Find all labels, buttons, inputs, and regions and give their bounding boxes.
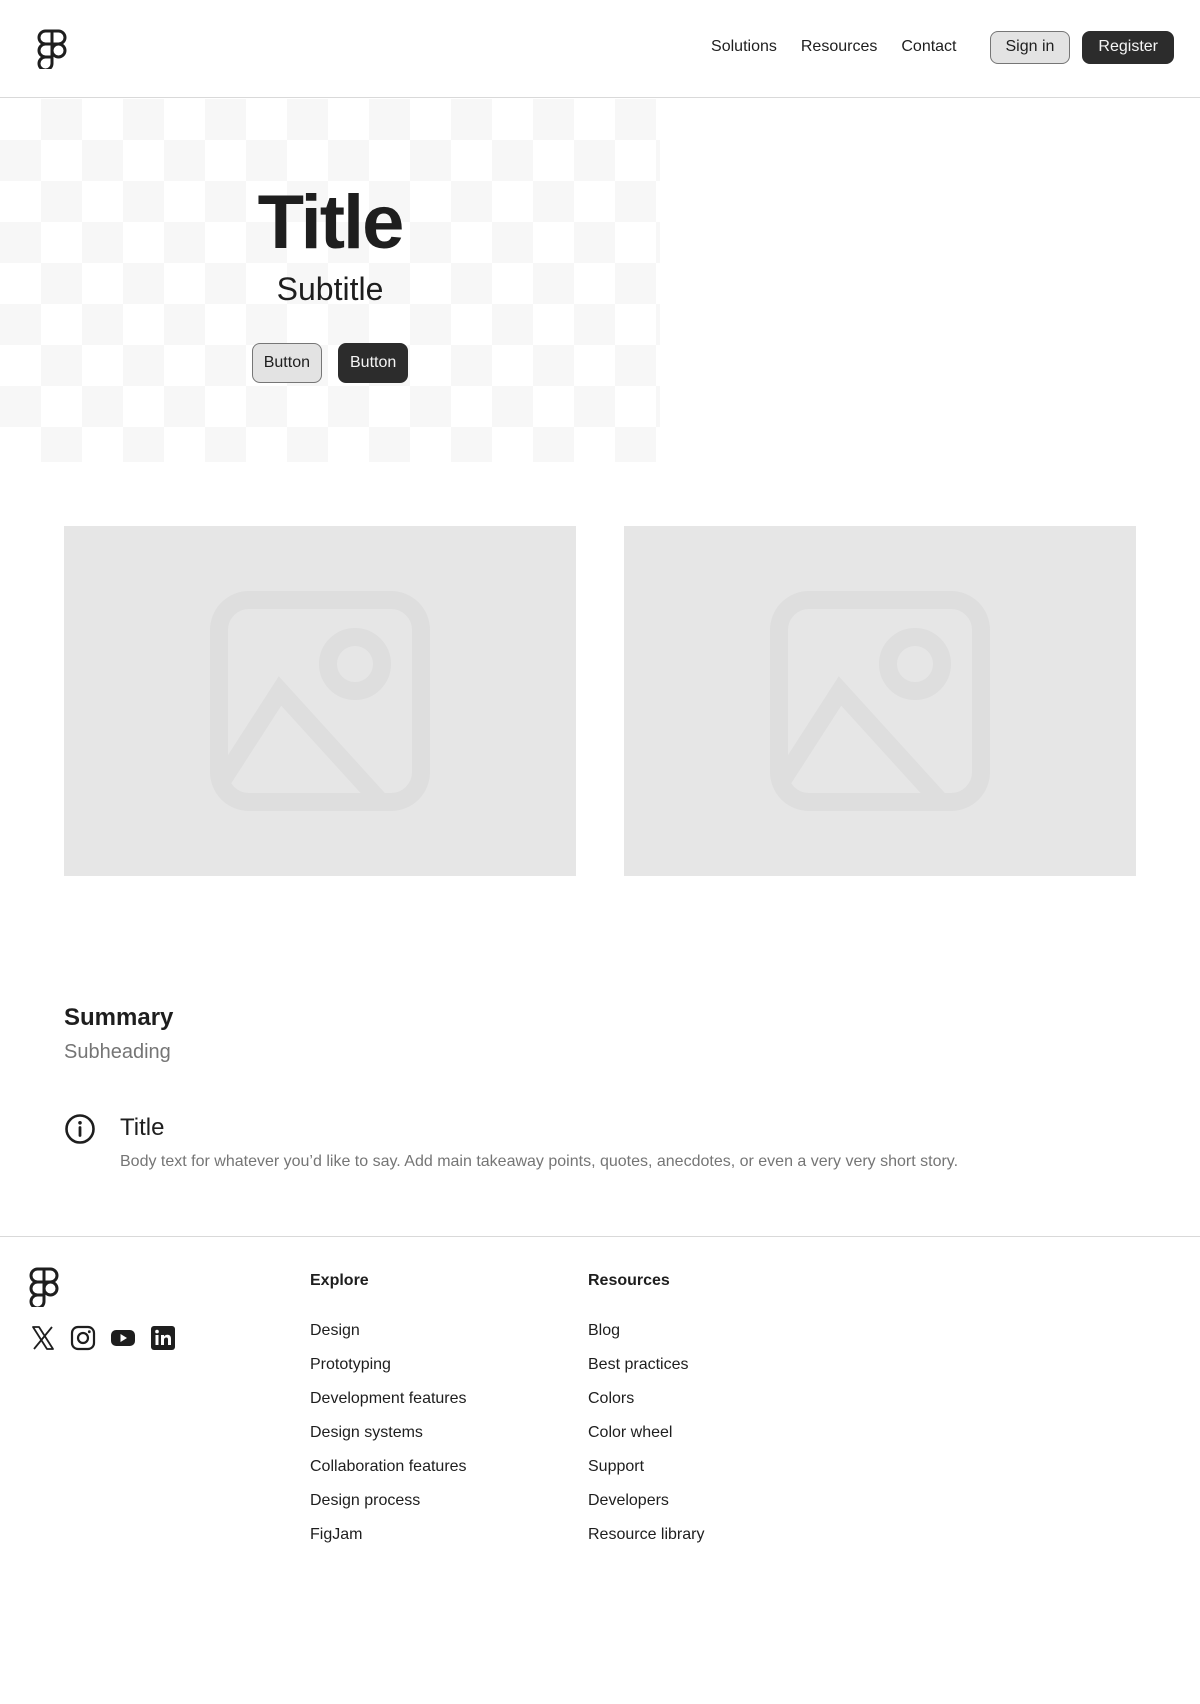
figma-logo-icon[interactable] — [37, 29, 67, 69]
footer-column-explore: Explore Design Prototyping Development f… — [310, 1272, 467, 1560]
site-footer: Explore Design Prototyping Development f… — [0, 1236, 1200, 1704]
footer-column-title: Explore — [310, 1272, 369, 1289]
summary-subheading: Subheading — [64, 1041, 171, 1063]
footer-link[interactable]: Design process — [310, 1492, 467, 1514]
info-body-text: Body text for whatever you’d like to say… — [120, 1153, 959, 1170]
summary-title: Summary — [64, 1004, 174, 1031]
image-placeholder — [624, 526, 1136, 876]
hero-subtitle: Subtitle — [276, 271, 384, 307]
hero-title: Title — [257, 180, 405, 265]
info-title: Title — [120, 1114, 165, 1141]
image-placeholder — [64, 526, 576, 876]
footer-link[interactable]: Support — [588, 1458, 704, 1480]
footer-link[interactable]: FigJam — [310, 1526, 467, 1548]
footer-link[interactable]: Color wheel — [588, 1424, 704, 1446]
footer-link[interactable]: Best practices — [588, 1356, 704, 1378]
linkedin-icon[interactable] — [150, 1325, 176, 1351]
info-icon — [65, 1114, 95, 1144]
footer-link[interactable]: Prototyping — [310, 1356, 467, 1378]
footer-link[interactable]: Design systems — [310, 1424, 467, 1446]
footer-link[interactable]: Resource library — [588, 1526, 704, 1548]
x-icon[interactable] — [30, 1325, 56, 1351]
footer-link[interactable]: Development features — [310, 1390, 467, 1412]
register-button[interactable]: Register — [1082, 30, 1174, 64]
footer-link[interactable]: Colors — [588, 1390, 704, 1412]
footer-link[interactable]: Collaboration features — [310, 1458, 467, 1480]
figma-logo-icon[interactable] — [29, 1267, 59, 1307]
nav-contact[interactable]: Contact — [901, 38, 956, 56]
hero-section: Title Subtitle Button Button — [0, 99, 660, 462]
image-icon — [770, 591, 990, 811]
footer-link[interactable]: Blog — [588, 1322, 704, 1344]
youtube-icon[interactable] — [110, 1325, 136, 1351]
sign-in-button[interactable]: Sign in — [989, 30, 1071, 64]
hero-secondary-button[interactable]: Button — [251, 343, 322, 383]
hero-button-group: Button Button — [0, 343, 660, 383]
footer-link[interactable]: Developers — [588, 1492, 704, 1514]
social-links — [30, 1325, 190, 1351]
site-header: Solutions Resources Contact Sign in Regi… — [0, 0, 1200, 98]
hero-primary-button[interactable]: Button — [338, 343, 409, 383]
footer-column-title: Resources — [588, 1272, 670, 1289]
footer-link[interactable]: Design — [310, 1322, 467, 1344]
nav-solutions[interactable]: Solutions — [711, 38, 777, 56]
nav-resources[interactable]: Resources — [801, 38, 877, 56]
instagram-icon[interactable] — [70, 1325, 96, 1351]
footer-column-resources: Resources Blog Best practices Colors Col… — [588, 1272, 704, 1560]
image-icon — [210, 591, 430, 811]
main-nav: Solutions Resources Contact Sign in Regi… — [711, 30, 1174, 64]
